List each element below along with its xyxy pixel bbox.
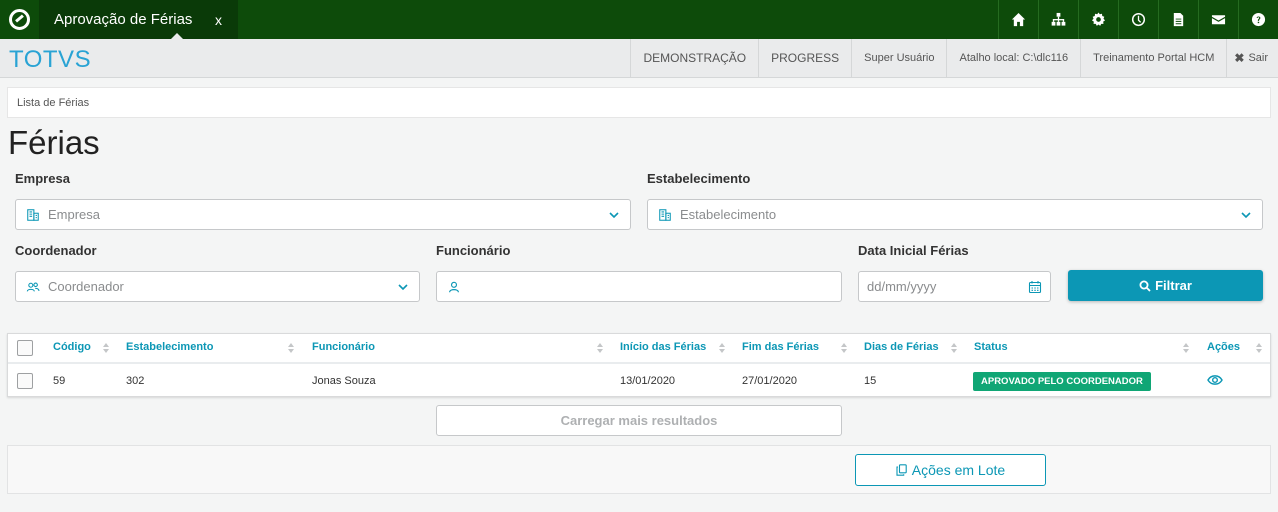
col-fim-ferias[interactable]: Fim das Férias xyxy=(742,341,819,353)
sort-icon[interactable] xyxy=(719,341,725,355)
filter-button[interactable]: Filtrar xyxy=(1068,270,1263,301)
header-item-user[interactable]: Super Usuário xyxy=(851,39,946,77)
cell-inicio-ferias: 13/01/2020 xyxy=(620,375,676,387)
home-icon[interactable] xyxy=(998,0,1038,39)
close-icon: ✖ xyxy=(1234,51,1245,65)
breadcrumb: Lista de Férias xyxy=(7,87,1271,118)
table-header: Código Estabelecimento Funcionário Iníci… xyxy=(8,334,1270,364)
clock-icon[interactable] xyxy=(1118,0,1158,39)
calendar-icon[interactable] xyxy=(1028,280,1042,294)
col-status[interactable]: Status xyxy=(974,341,1008,353)
header-item-shortcut[interactable]: Atalho local: C:\dlc116 xyxy=(946,39,1080,77)
cell-fim-ferias: 27/01/2020 xyxy=(742,375,798,387)
users-icon xyxy=(26,279,42,295)
coordenador-placeholder: Coordenador xyxy=(48,279,124,294)
logout-button[interactable]: ✖ Sair xyxy=(1226,39,1278,77)
cell-codigo: 59 xyxy=(53,375,66,387)
chevron-down-icon xyxy=(398,284,408,291)
col-dias-ferias[interactable]: Dias de Férias xyxy=(864,341,939,353)
header-bar: TOTVS DEMONSTRAÇÃO PROGRESS Super Usuári… xyxy=(0,39,1278,78)
sort-icon[interactable] xyxy=(597,341,603,355)
sitemap-icon[interactable] xyxy=(1038,0,1078,39)
empresa-select[interactable]: Empresa xyxy=(15,199,631,230)
sort-icon[interactable] xyxy=(951,341,957,355)
data-inicial-input[interactable]: dd/mm/yyyy xyxy=(858,271,1051,302)
estabelecimento-placeholder: Estabelecimento xyxy=(680,207,777,222)
chevron-down-icon xyxy=(609,212,619,219)
coordenador-select[interactable]: Coordenador xyxy=(15,271,420,302)
header-item-progress[interactable]: PROGRESS xyxy=(758,39,851,77)
empresa-placeholder: Empresa xyxy=(48,207,101,222)
batch-actions-label: Ações em Lote xyxy=(911,462,1006,478)
eye-icon[interactable] xyxy=(1207,373,1223,387)
gear-icon[interactable] xyxy=(1078,0,1118,39)
help-icon[interactable] xyxy=(1238,0,1278,39)
filter-button-label: Filtrar xyxy=(1155,278,1192,293)
document-icon[interactable] xyxy=(1158,0,1198,39)
brand-logo: TOTVS xyxy=(9,46,92,73)
header-item-portal[interactable]: Treinamento Portal HCM xyxy=(1080,39,1226,77)
estabelecimento-label: Estabelecimento xyxy=(647,171,751,186)
top-toolbar xyxy=(998,0,1278,39)
building-icon xyxy=(26,207,42,223)
tab-label: Aprovação de Férias xyxy=(54,11,193,28)
col-codigo[interactable]: Código xyxy=(53,341,91,353)
tab-aprovacao-ferias[interactable]: Aprovação de Férias x xyxy=(39,0,238,39)
funcionario-input[interactable] xyxy=(436,271,842,302)
envelope-icon[interactable] xyxy=(1198,0,1238,39)
header-item-demonstracao[interactable]: DEMONSTRAÇÃO xyxy=(630,39,758,77)
col-acoes: Ações xyxy=(1207,341,1241,353)
select-all-checkbox[interactable] xyxy=(17,340,33,356)
cell-dias-ferias: 15 xyxy=(864,375,877,387)
estabelecimento-select[interactable]: Estabelecimento xyxy=(647,199,1263,230)
empresa-label: Empresa xyxy=(15,171,70,186)
row-checkbox[interactable] xyxy=(17,373,33,389)
data-inicial-placeholder: dd/mm/yyyy xyxy=(867,279,937,294)
batch-actions-bar xyxy=(7,445,1271,494)
coordenador-label: Coordenador xyxy=(15,243,97,258)
page-title: Férias xyxy=(8,124,100,161)
breadcrumb-item[interactable]: Lista de Férias xyxy=(17,97,89,109)
batch-actions-button[interactable]: Ações em Lote xyxy=(855,454,1046,486)
sort-icon[interactable] xyxy=(288,341,294,355)
funcionario-label: Funcionário xyxy=(436,243,511,258)
sort-icon[interactable] xyxy=(841,341,847,355)
logout-label: Sair xyxy=(1248,52,1268,64)
chevron-down-icon xyxy=(1241,212,1251,219)
sort-icon[interactable] xyxy=(1256,341,1262,355)
user-icon xyxy=(447,279,463,295)
top-bar: Aprovação de Férias x xyxy=(0,0,1278,39)
col-funcionario[interactable]: Funcionário xyxy=(312,341,375,353)
status-badge: APROVADO PELO COORDENADOR xyxy=(973,372,1151,391)
table-row[interactable]: 59 302 Jonas Souza 13/01/2020 27/01/2020… xyxy=(8,366,1270,397)
load-more-button[interactable]: Carregar mais resultados xyxy=(436,405,842,436)
sort-icon[interactable] xyxy=(103,341,109,355)
col-inicio-ferias[interactable]: Início das Férias xyxy=(620,341,706,353)
header-menu: DEMONSTRAÇÃO PROGRESS Super Usuário Atal… xyxy=(630,39,1278,77)
totvs-logo-button[interactable] xyxy=(0,0,39,39)
col-estabelecimento[interactable]: Estabelecimento xyxy=(126,341,213,353)
building-icon xyxy=(658,207,674,223)
search-icon xyxy=(1139,280,1151,292)
tab-close-button[interactable]: x xyxy=(215,12,222,28)
data-inicial-label: Data Inicial Férias xyxy=(858,243,969,258)
copy-icon xyxy=(896,464,907,476)
cell-estabelecimento: 302 xyxy=(126,375,145,387)
totvs-logo-icon xyxy=(9,9,30,30)
sort-icon[interactable] xyxy=(1183,341,1189,355)
vacation-table: Código Estabelecimento Funcionário Iníci… xyxy=(7,333,1271,397)
cell-funcionario: Jonas Souza xyxy=(312,375,376,387)
